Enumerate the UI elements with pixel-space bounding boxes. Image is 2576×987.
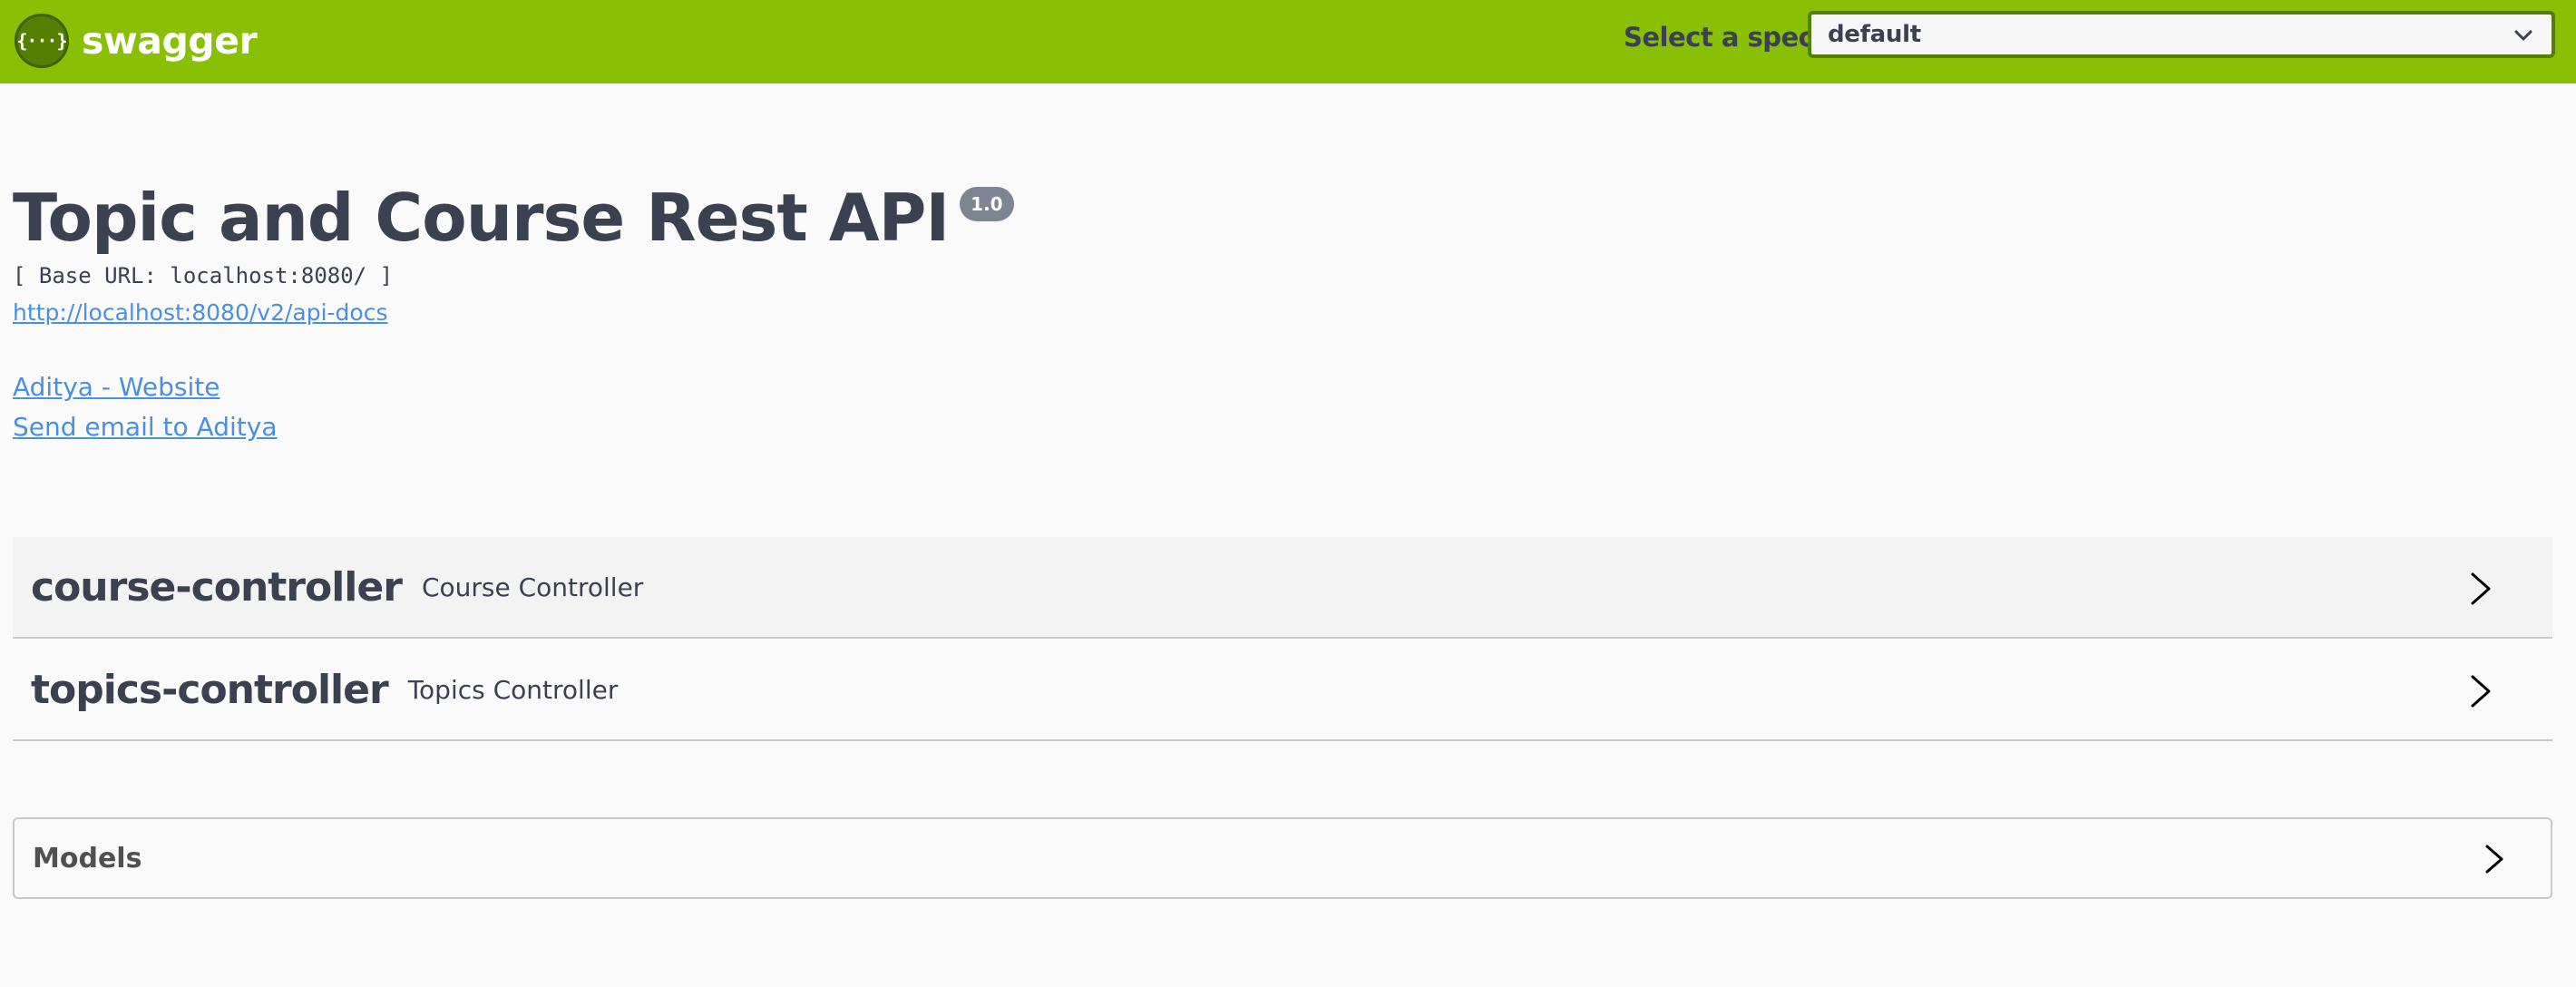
chevron-right-icon[interactable]	[2469, 674, 2493, 708]
swagger-logo-icon: {···}	[15, 14, 69, 68]
base-url: [ Base URL: localhost:8080/ ]	[13, 263, 394, 288]
models-section[interactable]: Models	[13, 817, 2552, 899]
contact-email-link[interactable]: Send email to Aditya	[13, 412, 277, 442]
spec-select[interactable]: default	[1808, 11, 2555, 58]
spec-select-value: default	[1828, 21, 1921, 48]
chevron-down-icon	[2514, 30, 2532, 41]
swagger-logo[interactable]: {···} swagger	[15, 13, 258, 69]
chevron-right-icon[interactable]	[2469, 572, 2493, 606]
tag-course-controller[interactable]: course-controller Course Controller	[13, 537, 2552, 639]
tag-description: Course Controller	[421, 572, 644, 602]
tag-description: Topics Controller	[407, 674, 619, 705]
api-title-row: Topic and Course Rest API 1.0	[13, 174, 1014, 261]
tag-topics-controller[interactable]: topics-controller Topics Controller	[13, 640, 2552, 741]
contact-website-link[interactable]: Aditya - Website	[13, 372, 220, 402]
select-spec-label: Select a spec	[1624, 22, 1814, 53]
tag-name: topics-controller	[31, 666, 389, 713]
version-badge: 1.0	[960, 187, 1014, 221]
swagger-logo-text: swagger	[82, 19, 258, 63]
api-docs-link[interactable]: http://localhost:8080/v2/api-docs	[13, 299, 388, 326]
topbar: {···} swagger Select a spec default	[0, 0, 2576, 83]
tag-name: course-controller	[31, 563, 403, 611]
chevron-right-icon[interactable]	[2483, 844, 2505, 875]
api-title: Topic and Course Rest API	[13, 180, 950, 256]
models-title: Models	[33, 842, 142, 875]
